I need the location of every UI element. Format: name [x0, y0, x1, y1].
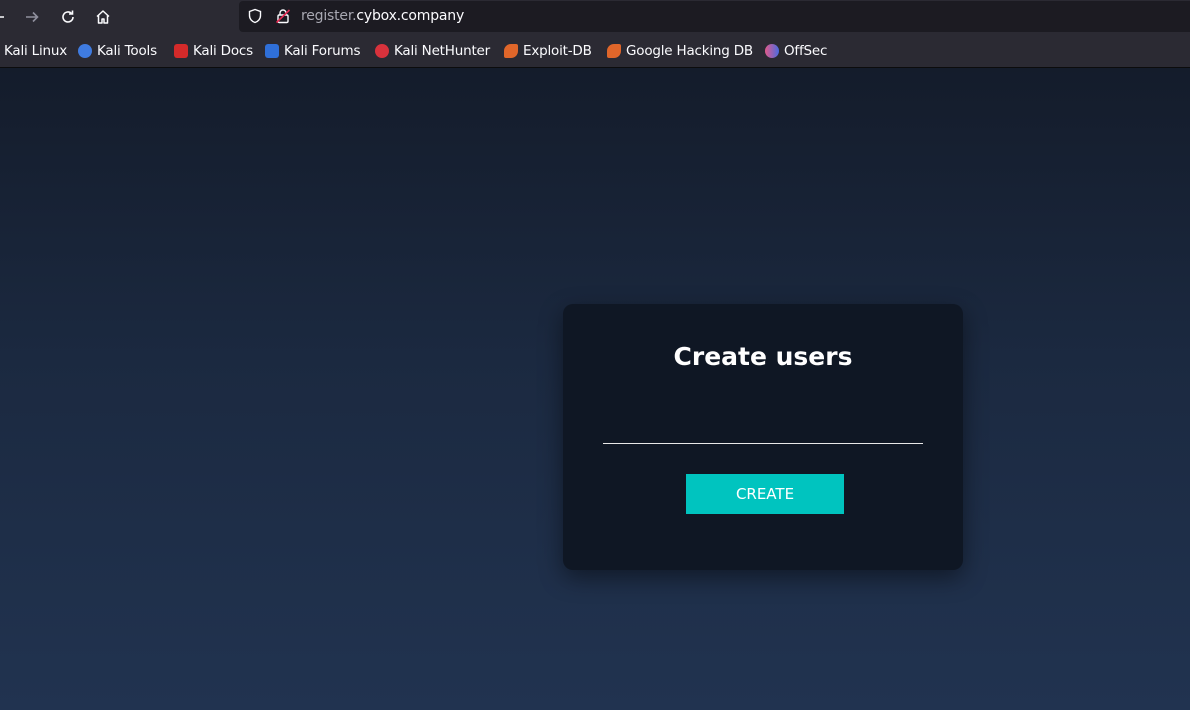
create-users-card: Create users CREATE: [563, 304, 963, 570]
url-text[interactable]: register.cybox.company: [301, 8, 464, 24]
insecure-lock-icon[interactable]: [275, 8, 291, 28]
page-background: Create users CREATE: [0, 68, 1190, 710]
bookmark-offsec[interactable]: OffSec: [765, 42, 827, 60]
kali-forums-icon: [265, 44, 279, 58]
bookmark-google-hacking-db[interactable]: Google Hacking DB: [607, 42, 753, 60]
kali-nethunter-icon: [375, 44, 389, 58]
tracking-shield-icon[interactable]: [247, 8, 263, 28]
bookmark-kali-tools[interactable]: Kali Tools: [78, 42, 157, 60]
kali-docs-icon: [174, 44, 188, 58]
bookmark-label: Kali Linux: [4, 43, 68, 59]
bookmark-kali-linux[interactable]: Kali Linux: [4, 42, 67, 60]
bookmark-label: Kali Docs: [193, 43, 253, 59]
browser-toolbar: register.cybox.company: [0, 0, 1190, 34]
bookmark-exploit-db[interactable]: Exploit-DB: [504, 42, 592, 60]
url-bar[interactable]: register.cybox.company: [239, 1, 1190, 32]
bookmarks-bar: Kali Linux Kali Tools Kali Docs Kali For…: [0, 34, 1190, 68]
bookmark-kali-nethunter[interactable]: Kali NetHunter: [375, 42, 490, 60]
bookmark-label: Kali NetHunter: [394, 43, 490, 59]
bookmark-kali-forums[interactable]: Kali Forums: [265, 42, 361, 60]
back-arrow-icon[interactable]: [0, 5, 10, 29]
bookmark-kali-docs[interactable]: Kali Docs: [174, 42, 253, 60]
offsec-icon: [765, 44, 779, 58]
home-icon[interactable]: [91, 5, 115, 29]
bookmark-label: Google Hacking DB: [626, 43, 753, 59]
bookmark-label: Kali Forums: [284, 43, 361, 59]
username-input[interactable]: [603, 414, 923, 444]
reload-icon[interactable]: [56, 5, 80, 29]
exploit-db-icon: [504, 44, 518, 58]
create-button[interactable]: CREATE: [686, 474, 844, 514]
ghdb-icon: [607, 44, 621, 58]
kali-tools-icon: [78, 44, 92, 58]
forward-arrow-icon[interactable]: [20, 5, 44, 29]
bookmark-label: Kali Tools: [97, 43, 157, 59]
bookmark-label: Exploit-DB: [523, 43, 592, 59]
card-title: Create users: [673, 342, 853, 371]
bookmark-label: OffSec: [784, 43, 828, 59]
